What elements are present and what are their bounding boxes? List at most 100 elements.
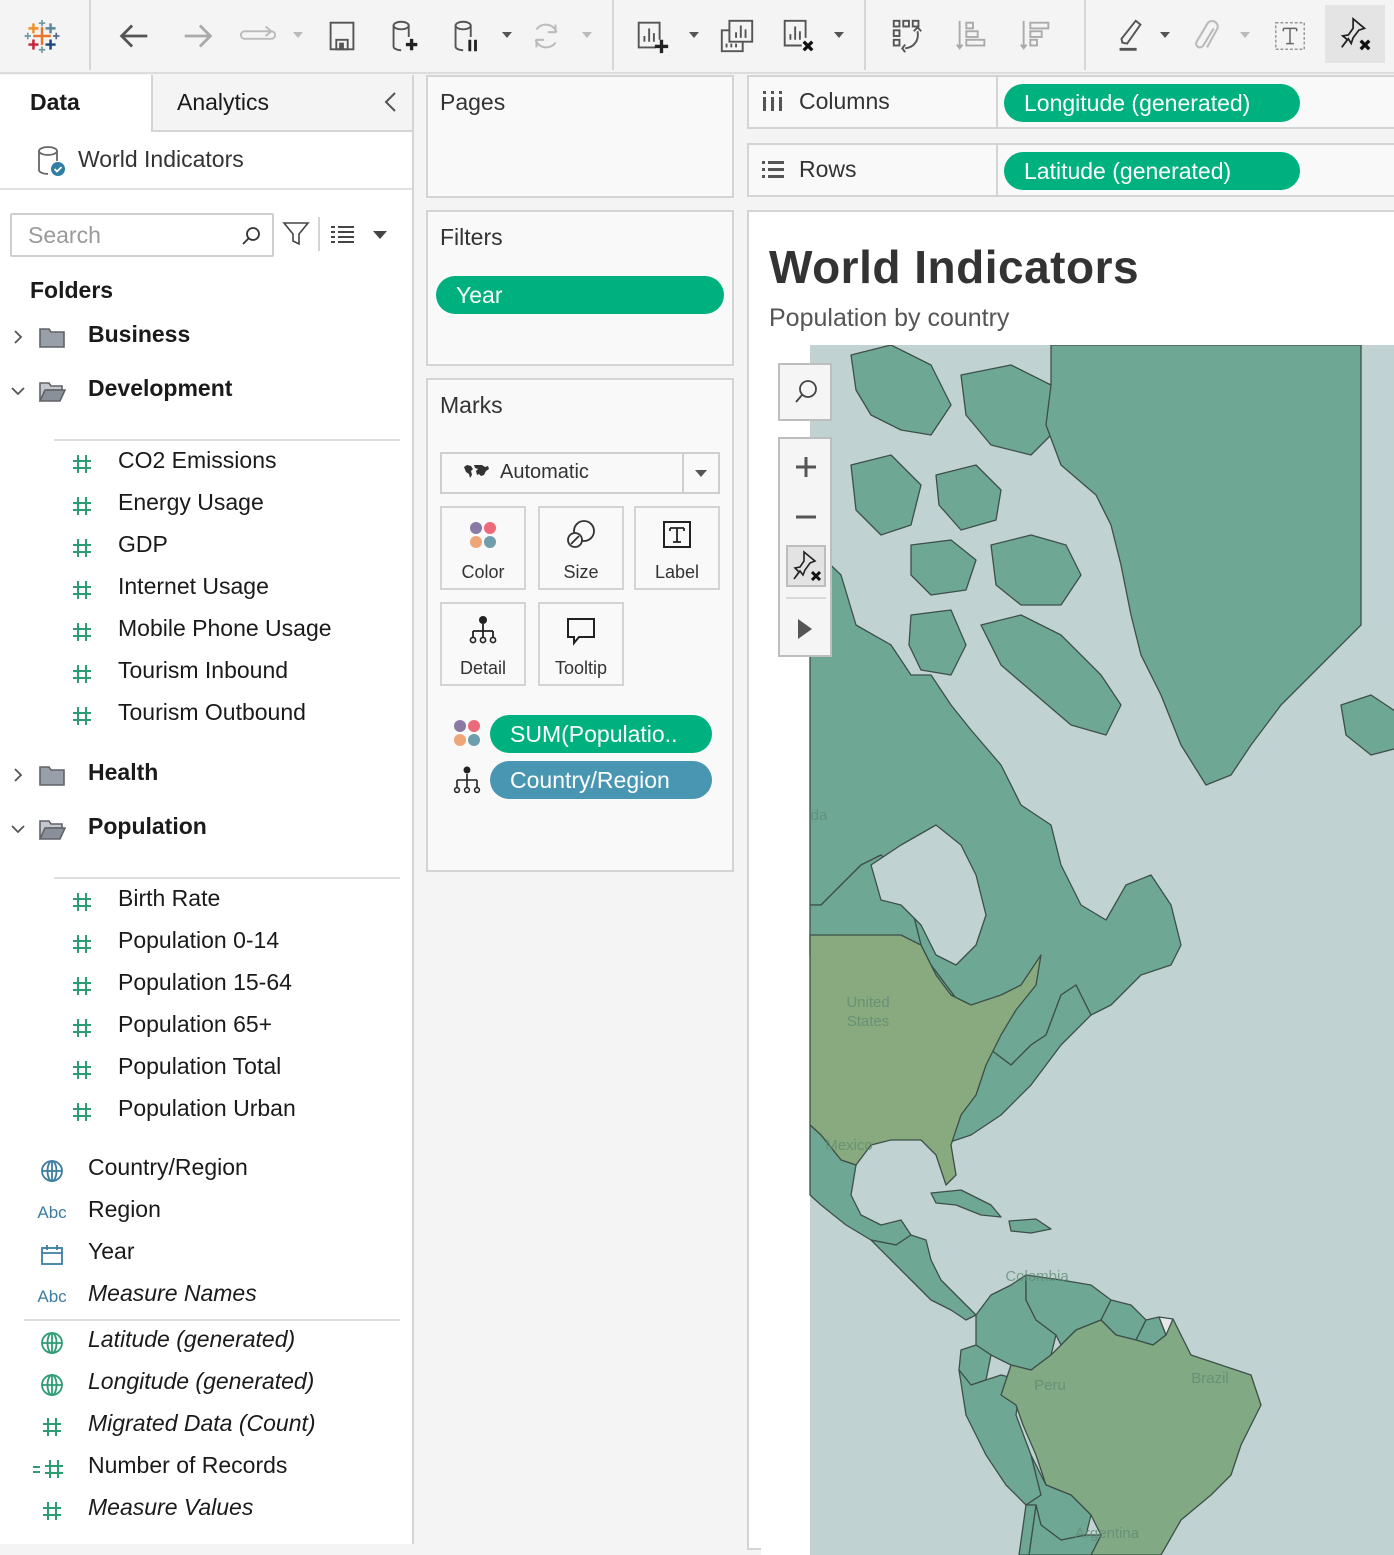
data-pane: Data Analytics World Indicators Folders … [0, 75, 414, 1544]
field-item[interactable]: Migrated Data (Count) [0, 1408, 412, 1448]
clear-sheet-dropdown-caret[interactable] [833, 30, 845, 40]
field-item[interactable]: Longitude (generated) [0, 1366, 412, 1406]
abc-icon: Abc [37, 1203, 67, 1222]
new-worksheet-icon[interactable] [630, 14, 674, 58]
filters-card[interactable]: Filters Year [426, 210, 734, 366]
group-members-icon[interactable] [1186, 14, 1230, 58]
new-data-source-icon[interactable] [382, 14, 426, 58]
field-item[interactable]: Population 65+ [0, 1009, 412, 1049]
field-item[interactable]: Birth Rate [0, 883, 412, 923]
pin-clear-icon[interactable] [1325, 5, 1385, 63]
redo-icon[interactable] [176, 14, 220, 58]
expand-toolbar-icon[interactable] [796, 617, 814, 641]
field-item[interactable]: Measure Values [0, 1492, 412, 1532]
view-list-icon[interactable] [330, 225, 356, 245]
pages-card[interactable]: Pages [426, 75, 734, 198]
tableau-logo-icon[interactable] [20, 14, 64, 58]
field-item[interactable]: Abc Measure Names [0, 1278, 412, 1318]
field-item[interactable]: Number of Records [0, 1450, 412, 1490]
marks-pill-country[interactable]: Country/Region [490, 761, 712, 799]
tab-data[interactable]: Data [0, 75, 151, 132]
filter-icon[interactable] [282, 220, 310, 248]
field-item[interactable]: CO2 Emissions [0, 445, 412, 485]
replay-dropdown-caret[interactable] [292, 30, 304, 40]
map-svg[interactable]: United States Mexico Colombia Peru Brazi… [761, 345, 1394, 1555]
field-item[interactable]: Year [0, 1236, 412, 1276]
marks-pill-population[interactable]: SUM(Populatio.. [490, 715, 712, 753]
collapse-pane-icon[interactable] [380, 89, 400, 115]
sort-ascending-icon[interactable] [950, 14, 994, 58]
color-button[interactable]: Color [440, 506, 526, 590]
field-item[interactable]: Tourism Inbound [0, 655, 412, 695]
size-button[interactable]: Size [538, 506, 624, 590]
show-mark-labels-icon[interactable] [1268, 14, 1312, 58]
field-item[interactable]: Tourism Outbound [0, 697, 412, 737]
tooltip-icon [567, 618, 595, 646]
new-worksheet-dropdown-caret[interactable] [688, 30, 700, 40]
chevron-down-icon[interactable] [8, 381, 28, 401]
tooltip-button[interactable]: Tooltip [538, 602, 624, 686]
field-item[interactable]: Latitude (generated) [0, 1324, 412, 1364]
folder-icon [39, 328, 65, 348]
sort-descending-icon[interactable] [1014, 14, 1058, 58]
map-label-brazil: Brazil [1191, 1370, 1229, 1387]
field-label: Tourism Inbound [118, 657, 289, 683]
field-item[interactable]: GDP [0, 529, 412, 569]
mark-type-caret[interactable] [682, 454, 718, 492]
undo-icon[interactable] [112, 14, 156, 58]
reset-map-button[interactable] [786, 545, 826, 587]
replay-icon[interactable] [236, 14, 280, 58]
folder-population[interactable]: Population [0, 811, 412, 851]
tab-analytics[interactable]: Analytics [151, 75, 412, 132]
pin-clear-icon [793, 550, 822, 582]
view-options-caret[interactable] [372, 229, 388, 241]
filter-pill-year[interactable]: Year [436, 276, 724, 314]
swap-rows-columns-icon[interactable] [886, 14, 930, 58]
group-dropdown-caret[interactable] [1239, 30, 1251, 40]
folder-business[interactable]: Business [0, 319, 412, 359]
folder-development[interactable]: Development [0, 373, 412, 413]
mark-type-dropdown[interactable]: Automatic [440, 452, 720, 494]
pause-updates-icon[interactable] [444, 14, 488, 58]
field-item[interactable]: Population 0-14 [0, 925, 412, 965]
search-icon[interactable] [240, 225, 262, 247]
refresh-icon[interactable] [524, 14, 568, 58]
clear-sheet-icon[interactable] [776, 14, 820, 58]
field-item[interactable]: Mobile Phone Usage [0, 613, 412, 653]
search-box[interactable] [10, 213, 274, 257]
chevron-right-icon[interactable] [8, 327, 28, 347]
field-item[interactable]: Population Urban [0, 1093, 412, 1133]
field-item[interactable]: Population 15-64 [0, 967, 412, 1007]
pause-dropdown-caret[interactable] [501, 30, 513, 40]
rows-shelf[interactable]: Rows Latitude (generated) [747, 143, 1394, 197]
columns-shelf[interactable]: Columns Longitude (generated) [747, 75, 1394, 129]
label-button[interactable]: Label [634, 506, 720, 590]
chevron-right-icon[interactable] [8, 765, 28, 785]
rows-pill-latitude[interactable]: Latitude (generated) [1004, 152, 1300, 190]
data-source-row[interactable]: World Indicators [0, 132, 412, 190]
duplicate-sheet-icon[interactable] [715, 14, 759, 58]
map-search-button[interactable] [778, 363, 832, 421]
save-icon[interactable] [320, 14, 364, 58]
search-input[interactable] [12, 215, 222, 255]
refresh-dropdown-caret[interactable] [581, 30, 593, 40]
folder-label: Business [88, 321, 191, 347]
folder-health[interactable]: Health [0, 757, 412, 797]
zoom-out-icon[interactable] [794, 505, 818, 529]
map-canvas[interactable]: United States Mexico Colombia Peru Brazi… [761, 345, 1394, 1555]
highlight-dropdown-caret[interactable] [1159, 30, 1171, 40]
field-item[interactable]: Internet Usage [0, 571, 412, 611]
label-icon [663, 521, 691, 548]
field-label: Longitude (generated) [88, 1368, 315, 1394]
highlight-icon[interactable] [1108, 14, 1152, 58]
field-item[interactable]: Country/Region [0, 1152, 412, 1192]
zoom-in-icon[interactable] [794, 455, 818, 479]
field-item[interactable]: Energy Usage [0, 487, 412, 527]
detail-button[interactable]: Detail [440, 602, 526, 686]
rows-label: Rows [799, 156, 857, 182]
columns-pill-longitude[interactable]: Longitude (generated) [1004, 84, 1300, 122]
chevron-down-icon[interactable] [8, 819, 28, 839]
folder-divider [54, 877, 400, 879]
field-item[interactable]: Population Total [0, 1051, 412, 1091]
field-item[interactable]: Abc Region [0, 1194, 412, 1234]
